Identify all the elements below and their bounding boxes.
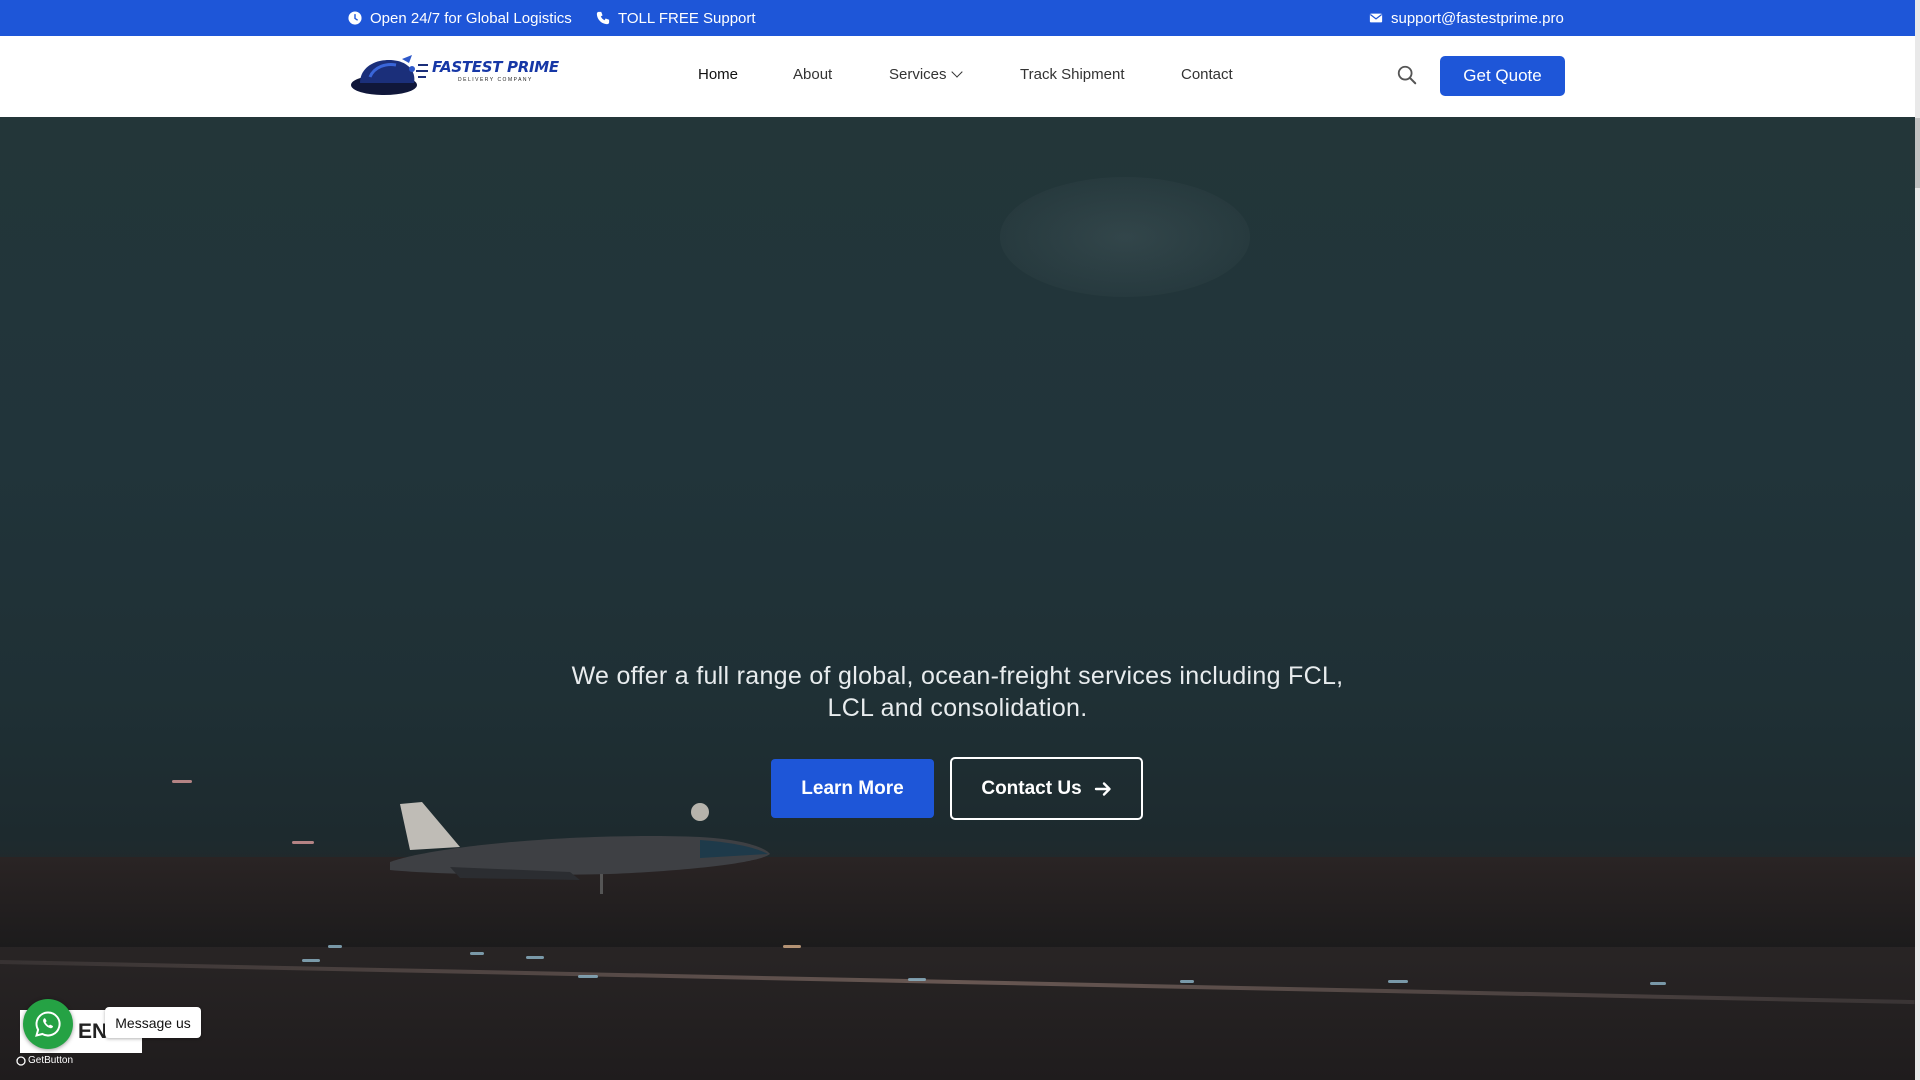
contact-us-label: Contact Us — [981, 777, 1082, 799]
site-logo[interactable]: FASTEST PRIME DELIVERY COMPANY — [350, 50, 559, 100]
nav-track-shipment[interactable]: Track Shipment — [1020, 66, 1124, 83]
phone-icon — [596, 11, 610, 25]
search-button[interactable] — [1396, 64, 1418, 86]
hours-text: Open 24/7 for Global Logistics — [370, 9, 572, 27]
runway-light — [302, 959, 320, 962]
runway-light — [1388, 980, 1408, 983]
learn-more-button[interactable]: Learn More — [771, 759, 934, 818]
getbutton-logo-icon — [16, 1055, 26, 1066]
whatsapp-button[interactable] — [23, 999, 73, 1049]
runway-light — [526, 956, 544, 959]
runway-light — [292, 841, 314, 844]
clock-icon — [348, 11, 362, 25]
runway-light — [328, 945, 342, 948]
logo-title: FASTEST PRIME — [432, 58, 559, 76]
hero-treeline — [0, 857, 1915, 947]
getbutton-credit[interactable]: GetButton — [16, 1055, 73, 1066]
chevron-down-icon — [950, 66, 963, 78]
top-info-bar: Open 24/7 for Global Logistics TOLL FREE… — [0, 0, 1915, 36]
hero-section: We offer a full range of global, ocean-f… — [0, 117, 1915, 1080]
runway-light — [908, 978, 926, 981]
runway-light — [172, 780, 192, 783]
whatsapp-icon — [35, 1011, 61, 1037]
runway-light — [578, 975, 598, 978]
contact-us-button[interactable]: Contact Us — [950, 757, 1143, 820]
nav-contact[interactable]: Contact — [1181, 66, 1233, 83]
email-link[interactable]: support@fastestprime.pro — [1369, 0, 1564, 36]
nav-services[interactable]: Services — [889, 66, 963, 83]
site-header: FASTEST PRIME DELIVERY COMPANY Home Abou… — [0, 36, 1915, 117]
support-text: TOLL FREE Support — [618, 9, 756, 27]
hero-runway — [0, 960, 1915, 1005]
support-info[interactable]: TOLL FREE Support — [596, 0, 756, 36]
message-us-tooltip[interactable]: Message us — [105, 1007, 201, 1038]
page-scrollbar[interactable] — [1915, 0, 1920, 1080]
get-quote-button[interactable]: Get Quote — [1440, 56, 1565, 96]
airplane-image — [390, 802, 770, 894]
arrow-right-icon — [1094, 781, 1111, 796]
search-icon — [1397, 65, 1417, 85]
nav-services-label: Services — [889, 66, 947, 83]
email-text: support@fastestprime.pro — [1391, 9, 1564, 27]
runway-light — [470, 952, 484, 955]
scrollbar-thumb[interactable] — [1915, 118, 1920, 188]
getbutton-label: GetButton — [28, 1055, 74, 1066]
runway-light — [1650, 982, 1666, 985]
nav-home[interactable]: Home — [698, 66, 738, 83]
nav-about[interactable]: About — [793, 66, 832, 83]
mail-icon — [1369, 13, 1383, 23]
hero-description: We offer a full range of global, ocean-f… — [571, 662, 1344, 722]
runway-light — [783, 945, 801, 948]
runway-light — [1180, 980, 1194, 983]
logo-subtitle: DELIVERY COMPANY — [458, 77, 533, 83]
hours-info: Open 24/7 for Global Logistics — [348, 0, 572, 36]
hero-sky-haze — [1000, 177, 1250, 297]
logo-helmet-icon — [351, 55, 428, 95]
